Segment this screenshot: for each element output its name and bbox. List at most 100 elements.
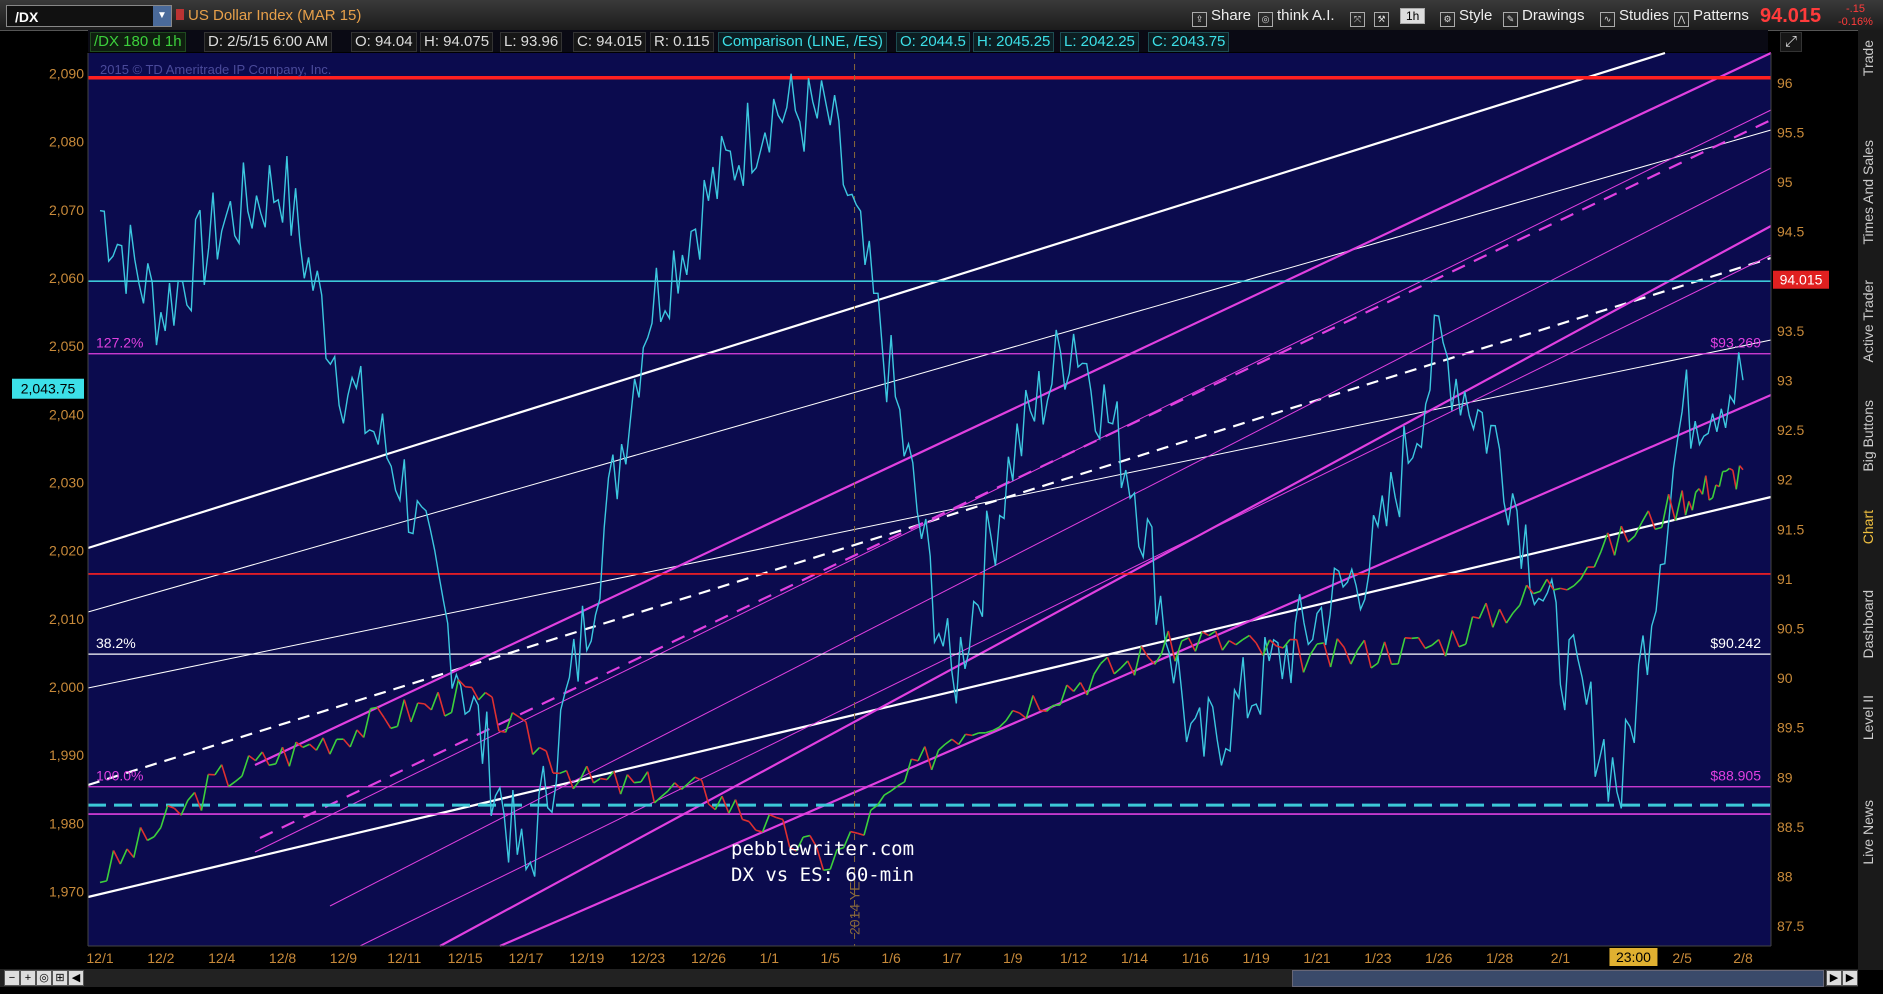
sidebar-tab-active-trader[interactable]: Active Trader bbox=[1860, 280, 1882, 362]
x-tick-label-20: 1/21 bbox=[1303, 950, 1330, 966]
zoom-out-icon[interactable]: − bbox=[4, 970, 20, 986]
expand-icon[interactable]: ▶ bbox=[1842, 970, 1858, 986]
left-tick-label-11: 1,980 bbox=[49, 815, 84, 831]
right-tick-label-10: 91 bbox=[1777, 571, 1793, 587]
right-tick-label-2: 95 bbox=[1777, 174, 1793, 190]
percent-change: -0.16% bbox=[1838, 16, 1873, 28]
zoom-in-icon[interactable]: + bbox=[20, 970, 36, 986]
x-tick-label-6: 12/15 bbox=[448, 950, 483, 966]
x-tick-label-23: 1/28 bbox=[1486, 950, 1513, 966]
bar-open: O: 94.04 bbox=[351, 32, 417, 52]
right-tick-label-9: 91.5 bbox=[1777, 521, 1804, 537]
drawing-tool-icon[interactable]: ⤢ bbox=[1780, 32, 1802, 52]
dx-segment-139 bbox=[1039, 709, 1047, 713]
left-tick-label-6: 2,030 bbox=[49, 474, 84, 490]
left-tick-label-10: 1,990 bbox=[49, 747, 84, 763]
fib-left-label-0: 127.2% bbox=[96, 335, 143, 351]
x-tick-label-26: 2/5 bbox=[1672, 950, 1692, 966]
dx-segment-74 bbox=[600, 777, 608, 781]
sidebar-tab-chart[interactable]: Chart bbox=[1860, 510, 1882, 544]
sidebar: Trade Times And Sales Active Trader Big But… bbox=[1858, 30, 1883, 970]
right-tick-label-6: 93 bbox=[1777, 372, 1793, 388]
left-tick-label-2: 2,070 bbox=[49, 202, 84, 218]
left-tick-label-4: 2,050 bbox=[49, 338, 84, 354]
scroll-left-icon[interactable]: ◀ bbox=[68, 970, 84, 986]
dx-segment-54 bbox=[465, 685, 472, 689]
patterns-button[interactable]: ⋀ Patterns bbox=[1674, 6, 1749, 27]
dx-segment-180 bbox=[1316, 642, 1324, 645]
x-tick-label-9: 12/23 bbox=[630, 950, 665, 966]
right-tick-label-13: 89.5 bbox=[1777, 720, 1804, 736]
x-tick-label-22: 1/26 bbox=[1425, 950, 1452, 966]
scroll-right-icon[interactable]: ▶ bbox=[1826, 970, 1842, 986]
sidebar-tab-trade[interactable]: Trade bbox=[1860, 40, 1882, 76]
sidebar-tab-live-news[interactable]: Live News bbox=[1860, 800, 1882, 865]
x-tick-label-19: 1/19 bbox=[1243, 950, 1270, 966]
x-tick-label-5: 12/11 bbox=[387, 950, 421, 966]
left-tick-label-9: 2,000 bbox=[49, 679, 84, 695]
bar-close: C: 94.015 bbox=[573, 32, 647, 52]
x-tick-label-24: 2/1 bbox=[1551, 950, 1571, 966]
right-tick-label-11: 90.5 bbox=[1777, 620, 1804, 636]
cursor-time-label: 23:00 bbox=[1616, 949, 1651, 965]
instrument-flag-icon bbox=[176, 9, 184, 20]
es-current-value: 2,043.75 bbox=[21, 381, 76, 397]
fib-left-label-1: 38.2% bbox=[96, 635, 136, 651]
share-icon: ⇪ bbox=[1192, 12, 1207, 27]
last-price: 94.015 bbox=[1760, 5, 1822, 27]
left-tick-label-3: 2,060 bbox=[49, 270, 84, 286]
zoom-fit-icon[interactable]: ◎ bbox=[36, 970, 52, 986]
right-tick-label-14: 89 bbox=[1777, 769, 1793, 785]
fib-right-label-1: $90.242 bbox=[1710, 635, 1761, 651]
comparison-close: C: 2043.75 bbox=[1148, 32, 1230, 52]
x-tick-label-11: 1/1 bbox=[760, 950, 780, 966]
right-tick-label-8: 92 bbox=[1777, 472, 1793, 488]
symbol-input[interactable]: /DX ▼ bbox=[6, 5, 172, 27]
year-end-label: 2014 YE bbox=[847, 882, 863, 935]
sidebar-tab-big-buttons[interactable]: Big Buttons bbox=[1860, 400, 1882, 472]
x-tick-label-27: 2/8 bbox=[1733, 950, 1753, 966]
studies-button[interactable]: ∿ Studies bbox=[1600, 6, 1669, 27]
share-button[interactable]: ⇪ Share bbox=[1192, 6, 1251, 27]
x-tick-label-17: 1/14 bbox=[1121, 950, 1148, 966]
zoom-reset-icon[interactable]: ⊞ bbox=[52, 970, 68, 986]
think-ai-button[interactable]: ◎ think A.I. bbox=[1258, 6, 1335, 27]
bar-date: D: 2/5/15 6:00 AM bbox=[204, 32, 333, 52]
sidebar-tab-level-ii[interactable]: Level II bbox=[1860, 695, 1882, 740]
left-tick-label-5: 2,040 bbox=[49, 406, 84, 422]
dx-segment-194 bbox=[1411, 636, 1419, 640]
left-tick-label-0: 2,090 bbox=[49, 65, 84, 81]
x-tick-label-8: 12/19 bbox=[569, 950, 604, 966]
studies-icon: ∿ bbox=[1600, 12, 1615, 27]
bar-low: L: 93.96 bbox=[500, 32, 563, 52]
x-tick-label-4: 12/9 bbox=[330, 950, 357, 966]
style-button[interactable]: ⚙ Style bbox=[1440, 6, 1492, 27]
bar-high: H: 94.075 bbox=[420, 32, 494, 52]
info-bar: /DX 180 d 1h D: 2/5/15 6:00 AM O: 94.04 … bbox=[88, 30, 1802, 52]
wrench-icon[interactable]: ⚒ bbox=[1374, 6, 1393, 27]
plot-background bbox=[88, 53, 1771, 946]
left-tick-label-12: 1,970 bbox=[49, 883, 84, 899]
horizontal-scrollbar[interactable] bbox=[1292, 970, 1824, 987]
comparison-label: Comparison (LINE, /ES) bbox=[718, 32, 887, 52]
comparison-high: H: 2045.25 bbox=[973, 32, 1055, 52]
right-tick-label-1: 95.5 bbox=[1777, 124, 1804, 140]
style-icon: ⚙ bbox=[1440, 12, 1455, 27]
x-tick-label-18: 1/16 bbox=[1182, 950, 1209, 966]
patterns-icon: ⋀ bbox=[1674, 12, 1689, 27]
right-tick-label-12: 90 bbox=[1777, 670, 1793, 686]
fib-right-label-0: $93.269 bbox=[1710, 335, 1761, 351]
symbol-period: /DX 180 d 1h bbox=[90, 32, 186, 52]
comparison-low: L: 2042.25 bbox=[1060, 32, 1139, 52]
dx-segment-128 bbox=[965, 733, 973, 737]
cursor-tool-icon[interactable]: ⤧ bbox=[1350, 6, 1369, 27]
symbol-dropdown-icon[interactable]: ▼ bbox=[153, 6, 171, 26]
chart-area[interactable]: 127.2% $93.269 38.2% $90.242 100.0% $88.905 20… bbox=[0, 0, 1883, 994]
bar-range: R: 0.115 bbox=[650, 32, 714, 52]
sidebar-tab-dashboard[interactable]: Dashboard bbox=[1860, 590, 1882, 659]
x-tick-label-0: 12/1 bbox=[86, 950, 113, 966]
drawings-button[interactable]: ✎ Drawings bbox=[1503, 6, 1585, 27]
timeframe-button[interactable]: 1h bbox=[1400, 6, 1426, 26]
left-tick-label-7: 2,020 bbox=[49, 543, 84, 559]
sidebar-tab-times-and-sales[interactable]: Times And Sales bbox=[1860, 140, 1882, 245]
